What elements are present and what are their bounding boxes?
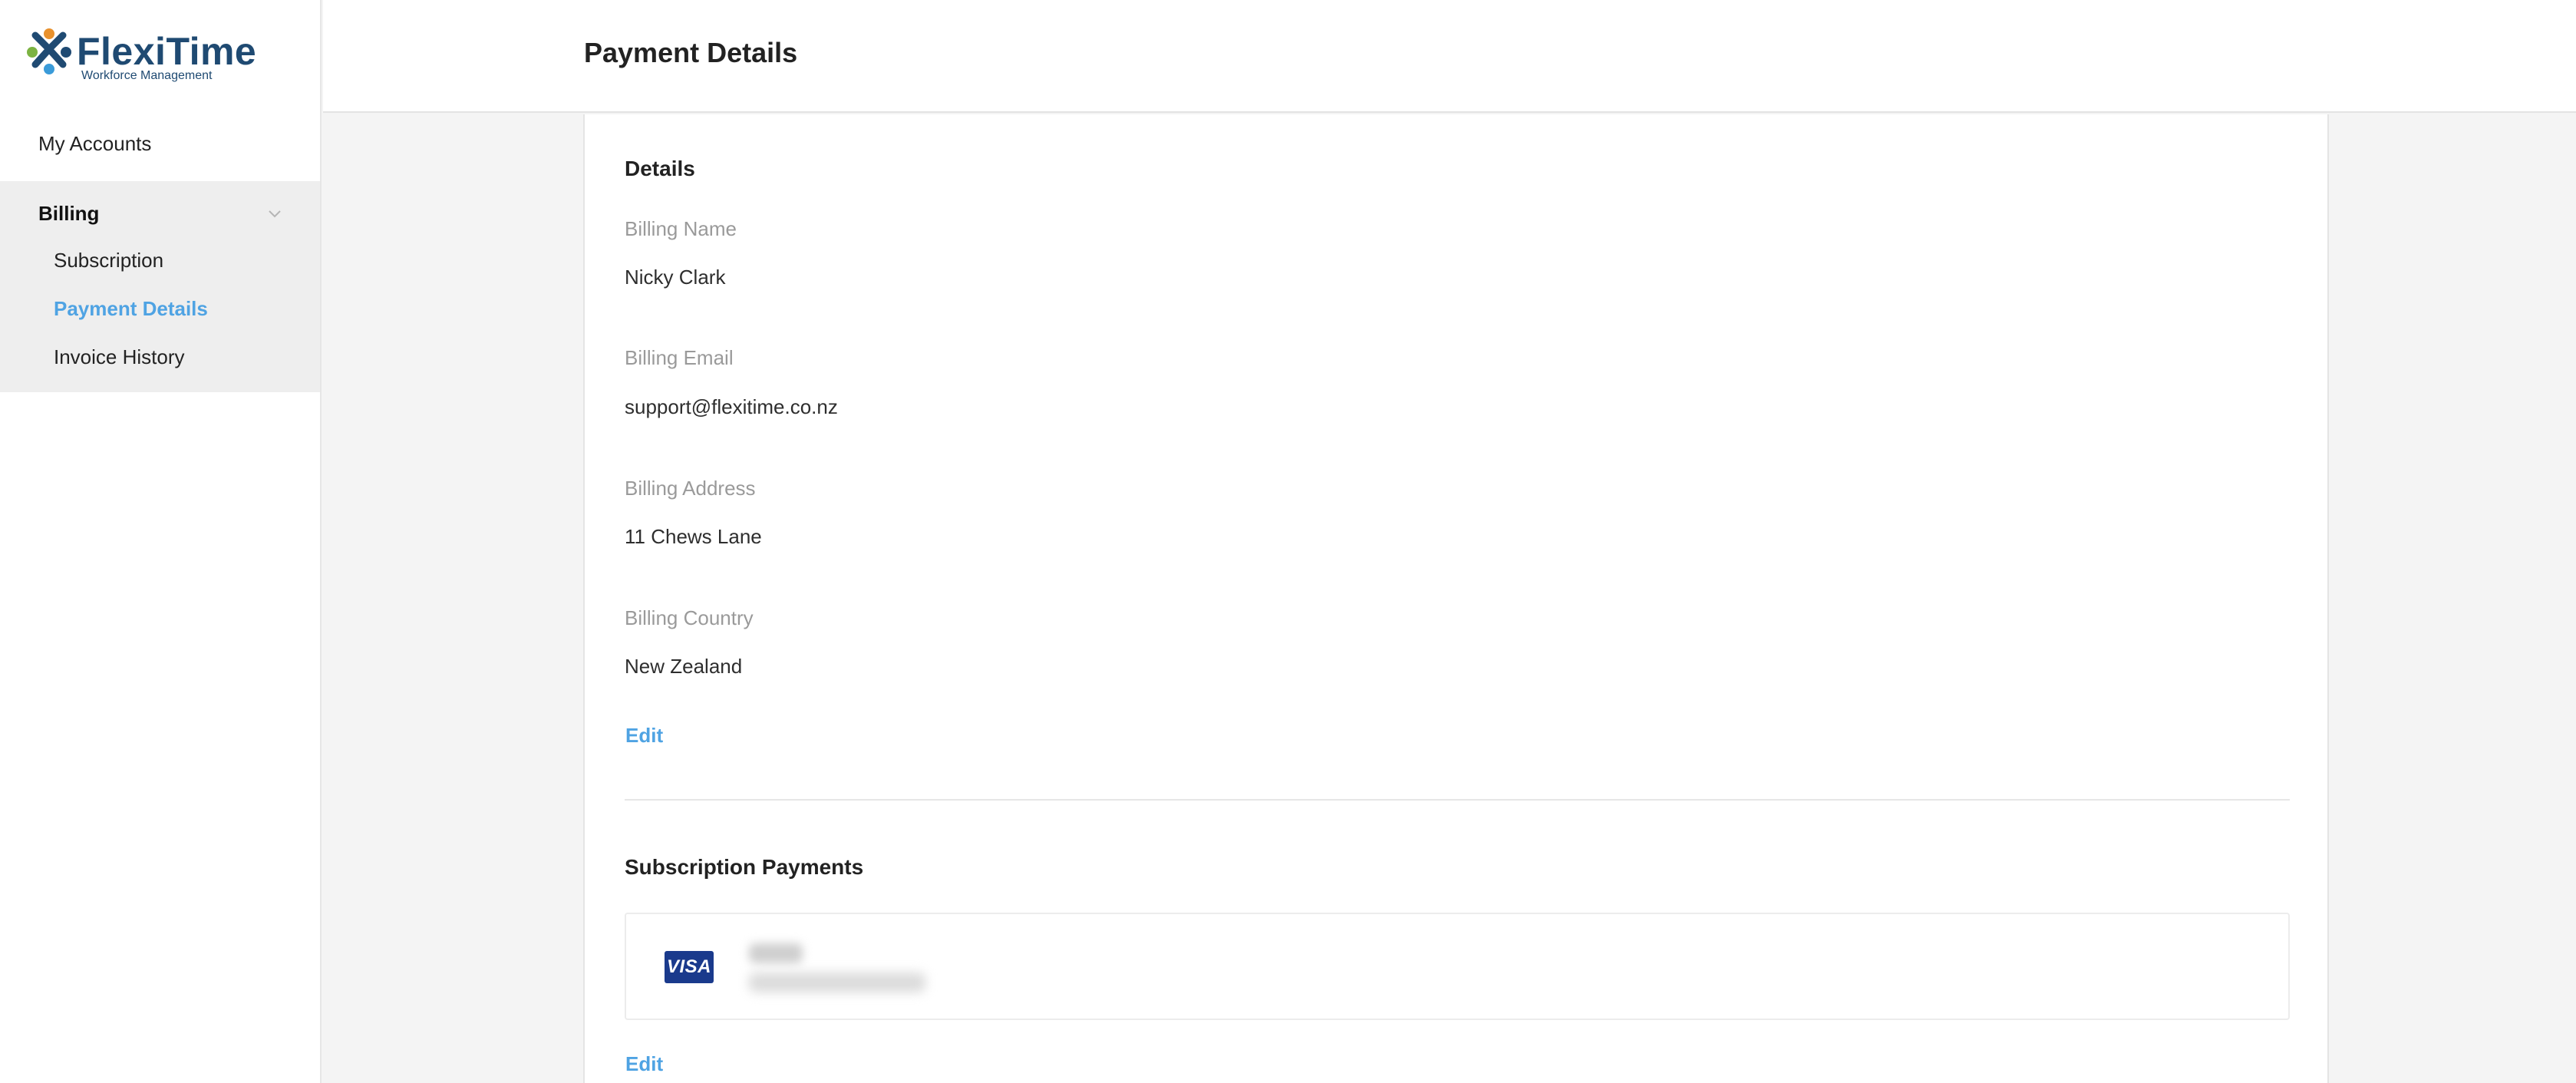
sidebar-item-payment-details[interactable]: Payment Details — [54, 297, 208, 321]
card-expiry-redacted — [749, 972, 925, 992]
chevron-down-icon[interactable] — [266, 204, 284, 223]
billing-address-label: Billing Address — [625, 477, 756, 500]
subscription-payments-title: Subscription Payments — [625, 855, 864, 879]
sidebar-item-billing[interactable]: Billing — [38, 202, 99, 226]
payment-method-card: VISA — [625, 913, 2290, 1020]
section-divider — [625, 799, 2290, 801]
billing-email-value: support@flexitime.co.nz — [625, 395, 838, 418]
billing-name-label: Billing Name — [625, 217, 737, 240]
edit-details-link[interactable]: Edit — [625, 724, 663, 748]
billing-country-label: Billing Country — [625, 606, 754, 629]
sidebar-item-my-accounts[interactable]: My Accounts — [38, 132, 358, 156]
visa-card-icon: VISA — [665, 951, 714, 983]
billing-name-value: Nicky Clark — [625, 266, 726, 289]
sidebar-item-invoice-history[interactable]: Invoice History — [54, 345, 185, 369]
brand-tagline: Workforce Management — [81, 69, 213, 82]
card-number-redacted — [749, 943, 803, 963]
flexitime-logo-icon — [27, 28, 71, 74]
brand-name: FlexiTime — [77, 30, 257, 73]
flexitime-logo[interactable]: FlexiTime Workforce Management — [26, 26, 256, 87]
billing-email-label: Billing Email — [625, 346, 734, 369]
sidebar-group-billing: Billing Subscription Payment Details Inv… — [0, 181, 320, 392]
sidebar-item-subscription[interactable]: Subscription — [54, 249, 163, 272]
details-section-title: Details — [625, 157, 695, 180]
billing-address-value: 11 Chews Lane — [625, 525, 762, 548]
edit-payment-link[interactable]: Edit — [625, 1052, 663, 1076]
page-title: Payment Details — [584, 37, 798, 68]
sidebar: FlexiTime Workforce Management My Accoun… — [0, 0, 322, 1083]
page-header: Payment Details — [323, 0, 2576, 113]
payment-details-card: Details Billing Name Nicky Clark Billing… — [583, 114, 2329, 1083]
billing-country-value: New Zealand — [625, 655, 743, 678]
